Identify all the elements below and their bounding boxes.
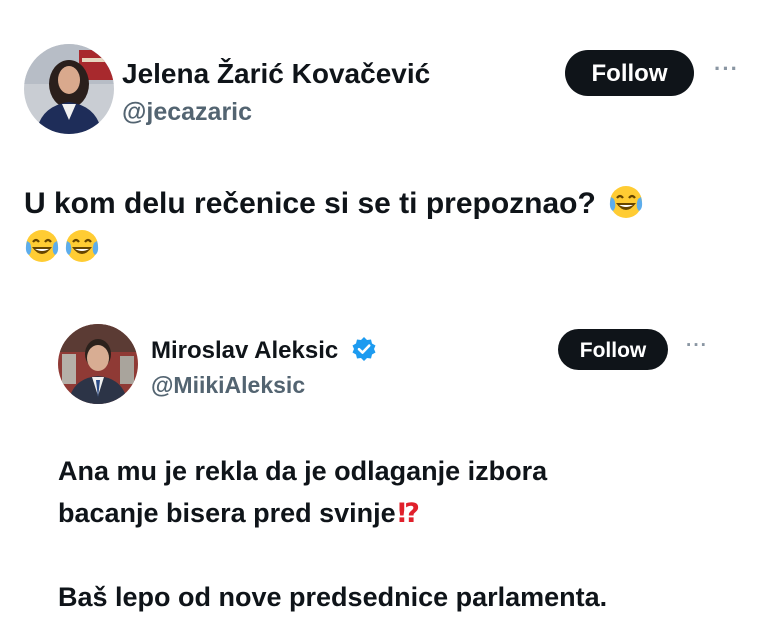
quoted-author-name[interactable]: Miroslav Aleksic [151, 336, 377, 365]
quoted-tweet-text: Ana mu je rekla da je odlaganje izbora b… [58, 450, 718, 618]
exclamation-question-mark-icon: ⁉ [397, 498, 421, 528]
face-with-tears-of-joy-icon [64, 228, 100, 264]
quoted-author-name-text[interactable]: Miroslav Aleksic [151, 337, 338, 364]
quoted-more-options-icon[interactable]: ··· [686, 335, 708, 357]
tweet-text-content: U kom delu rečenice si se ti prepoznao? [24, 187, 596, 220]
more-options-icon[interactable]: ··· [714, 56, 739, 82]
tweet-text: U kom delu rečenice si se ti prepoznao? [24, 182, 734, 270]
quoted-text-line-1: Ana mu je rekla da je odlaganje izbora [58, 456, 548, 486]
quoted-author-handle[interactable]: @MiikiAleksic [151, 372, 305, 399]
quoted-text-line-2-content: bacanje bisera pred svinje [58, 498, 396, 528]
quoted-text-line-3: Baš lepo od nove predsednice parlamenta. [58, 582, 608, 612]
face-with-tears-of-joy-icon [608, 184, 644, 220]
author-name[interactable]: Jelena Žarić Kovačević [122, 58, 430, 90]
quoted-author-avatar[interactable] [58, 324, 138, 404]
main-tweet-header: Jelena Žarić Kovačević @jecazaric Follow… [24, 44, 746, 136]
author-avatar[interactable] [24, 44, 114, 134]
quoted-tweet[interactable]: Miroslav Aleksic @MiikiAleksic Follow ··… [58, 324, 730, 636]
face-with-tears-of-joy-icon [24, 228, 60, 264]
tweet-screenshot: Jelena Žarić Kovačević @jecazaric Follow… [0, 0, 770, 636]
quoted-follow-button[interactable]: Follow [558, 329, 668, 370]
verified-badge-icon [351, 336, 377, 362]
quoted-text-line-2: bacanje bisera pred svinje⁉ [58, 492, 718, 534]
follow-button[interactable]: Follow [565, 50, 694, 96]
author-handle[interactable]: @jecazaric [122, 98, 252, 127]
